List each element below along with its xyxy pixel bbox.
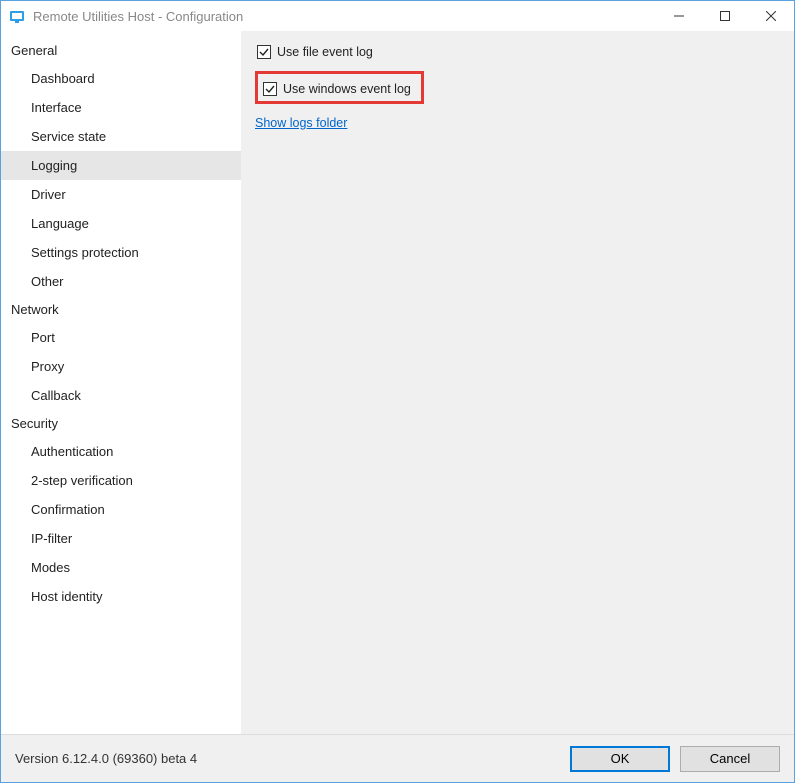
use-windows-event-log-row: Use windows event log — [261, 80, 413, 98]
cancel-button[interactable]: Cancel — [680, 746, 780, 772]
sidebar-item-host-identity[interactable]: Host identity — [1, 582, 241, 611]
sidebar-item-dashboard[interactable]: Dashboard — [1, 64, 241, 93]
sidebar-section-header[interactable]: Security — [1, 410, 241, 437]
sidebar-item-settings-protection[interactable]: Settings protection — [1, 238, 241, 267]
sidebar-item-language[interactable]: Language — [1, 209, 241, 238]
ok-button[interactable]: OK — [570, 746, 670, 772]
sidebar-item-modes[interactable]: Modes — [1, 553, 241, 582]
sidebar-item-logging[interactable]: Logging — [1, 151, 241, 180]
titlebar: Remote Utilities Host - Configuration — [1, 1, 794, 31]
content-panel: Use file event log Use windows event log… — [241, 31, 794, 734]
sidebar-item-interface[interactable]: Interface — [1, 93, 241, 122]
highlight-annotation: Use windows event log — [255, 71, 424, 104]
sidebar-item-driver[interactable]: Driver — [1, 180, 241, 209]
footer: Version 6.12.4.0 (69360) beta 4 OK Cance… — [1, 734, 794, 782]
sidebar-section-header[interactable]: General — [1, 37, 241, 64]
maximize-button[interactable] — [702, 1, 748, 31]
version-text: Version 6.12.4.0 (69360) beta 4 — [15, 751, 560, 766]
sidebar-item-other[interactable]: Other — [1, 267, 241, 296]
sidebar-item-proxy[interactable]: Proxy — [1, 352, 241, 381]
use-file-event-log-row: Use file event log — [255, 43, 780, 61]
window-title: Remote Utilities Host - Configuration — [33, 9, 656, 24]
use-file-event-log-checkbox[interactable] — [257, 45, 271, 59]
close-button[interactable] — [748, 1, 794, 31]
app-icon — [9, 8, 25, 24]
sidebar-item-port[interactable]: Port — [1, 323, 241, 352]
sidebar-item-callback[interactable]: Callback — [1, 381, 241, 410]
use-file-event-log-label: Use file event log — [277, 45, 373, 59]
window-controls — [656, 1, 794, 31]
sidebar: GeneralDashboardInterfaceService stateLo… — [1, 31, 241, 734]
sidebar-item-service-state[interactable]: Service state — [1, 122, 241, 151]
sidebar-section-header[interactable]: Network — [1, 296, 241, 323]
use-windows-event-log-label: Use windows event log — [283, 82, 411, 96]
minimize-button[interactable] — [656, 1, 702, 31]
use-windows-event-log-checkbox[interactable] — [263, 82, 277, 96]
window-body: GeneralDashboardInterfaceService stateLo… — [1, 31, 794, 734]
sidebar-item-2-step-verification[interactable]: 2-step verification — [1, 466, 241, 495]
sidebar-item-ip-filter[interactable]: IP-filter — [1, 524, 241, 553]
sidebar-item-authentication[interactable]: Authentication — [1, 437, 241, 466]
config-window: Remote Utilities Host - Configuration Ge… — [0, 0, 795, 783]
show-logs-folder-link[interactable]: Show logs folder — [255, 116, 347, 130]
sidebar-item-confirmation[interactable]: Confirmation — [1, 495, 241, 524]
